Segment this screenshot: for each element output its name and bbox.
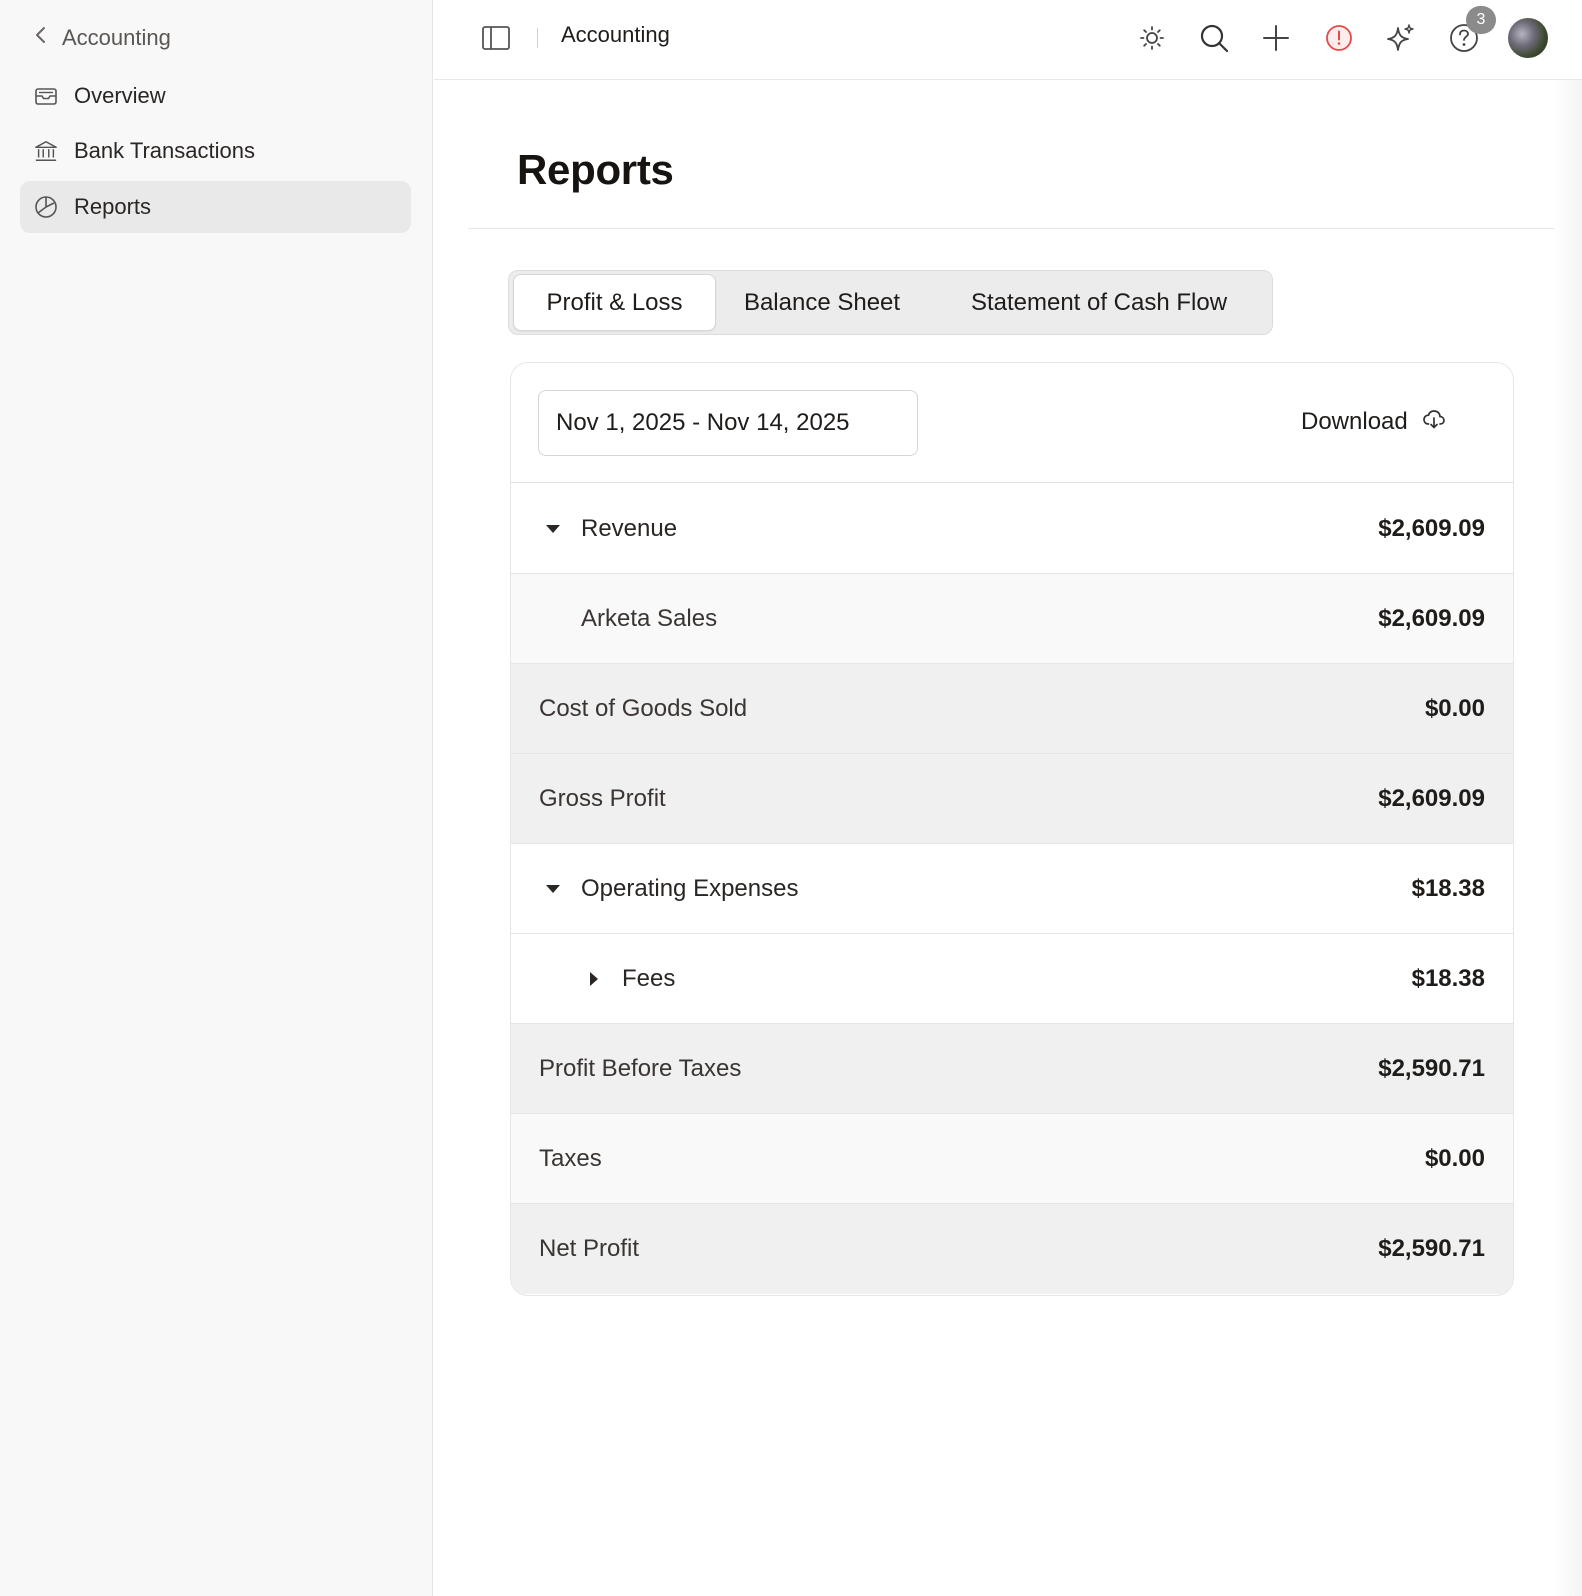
date-range-picker[interactable]: Nov 1, 2025 - Nov 14, 2025	[538, 390, 918, 456]
tab-profit-loss[interactable]: Profit & Loss	[513, 274, 716, 331]
cloud-download-icon	[1422, 408, 1446, 437]
row-amount: $18.38	[1411, 874, 1485, 902]
row-amount: $2,590.71	[1378, 1054, 1485, 1082]
caret-right-icon[interactable]	[584, 969, 604, 989]
row-amount: $2,609.09	[1378, 604, 1485, 632]
row-label: Revenue	[581, 514, 678, 542]
sidebar-item-label: Reports	[74, 194, 152, 219]
sun-icon[interactable]	[1132, 18, 1172, 58]
row-amount: $0.00	[1424, 1144, 1485, 1172]
row-amount: $2,609.09	[1378, 784, 1485, 812]
pie-chart-icon	[34, 195, 58, 219]
sidebar-item-overview[interactable]: Overview	[20, 70, 411, 122]
sparkle-icon[interactable]	[1381, 18, 1421, 58]
avatar[interactable]	[1508, 18, 1548, 58]
row-amount: $0.00	[1424, 694, 1485, 722]
bank-icon	[34, 139, 58, 163]
report-toolbar: Nov 1, 2025 - Nov 14, 2025 Download	[511, 363, 1513, 483]
row-label: Operating Expenses	[581, 874, 799, 902]
row-label: Cost of Goods Sold	[539, 694, 748, 722]
row-amount: $18.38	[1411, 964, 1485, 992]
report-tabs: Profit & Loss Balance Sheet Statement of…	[508, 270, 1273, 335]
caret-down-icon[interactable]	[543, 519, 563, 539]
report-row-taxes: Taxes $0.00	[511, 1114, 1513, 1204]
report-row-arketa-sales: Arketa Sales $2,609.09	[511, 574, 1513, 664]
app-window: Accounting Overview Bank Transactions Re…	[0, 0, 1582, 1596]
sidebar-item-label: Bank Transactions	[74, 138, 255, 163]
report-row-cogs: Cost of Goods Sold $0.00	[511, 664, 1513, 754]
tab-cash-flow[interactable]: Statement of Cash Flow	[929, 274, 1269, 331]
search-icon[interactable]	[1194, 18, 1234, 58]
row-label: Taxes	[539, 1144, 602, 1172]
sidebar-item-reports[interactable]: Reports	[20, 181, 411, 233]
row-amount: $2,609.09	[1378, 514, 1485, 542]
row-label: Arketa Sales	[581, 604, 718, 632]
report-row-revenue: Revenue $2,609.09	[511, 484, 1513, 574]
page-title: Reports	[517, 146, 674, 193]
report-row-operating-expenses: Operating Expenses $18.38	[511, 844, 1513, 934]
row-amount: $2,590.71	[1378, 1235, 1485, 1262]
download-label: Download	[1301, 408, 1408, 435]
breadcrumb: Accounting	[561, 22, 670, 47]
alert-icon[interactable]	[1319, 18, 1359, 58]
title-divider	[468, 228, 1554, 229]
tab-balance-sheet[interactable]: Balance Sheet	[721, 274, 923, 331]
sidebar: Accounting Overview Bank Transactions Re…	[0, 0, 433, 1596]
sidebar-item-bank-transactions[interactable]: Bank Transactions	[20, 125, 411, 177]
back-link-label: Accounting	[62, 25, 171, 50]
plus-icon[interactable]	[1256, 18, 1296, 58]
back-link[interactable]: Accounting	[34, 20, 171, 56]
download-button[interactable]: Download	[1301, 401, 1446, 443]
row-label: Profit Before Taxes	[539, 1054, 742, 1082]
report-row-net-profit: Net Profit $2,590.71	[511, 1204, 1513, 1294]
notification-badge: 3	[1466, 6, 1496, 34]
report-row-profit-before-taxes: Profit Before Taxes $2,590.71	[511, 1024, 1513, 1114]
caret-down-icon[interactable]	[543, 879, 563, 899]
scroll-shadow	[1554, 80, 1582, 1596]
sidebar-item-label: Overview	[74, 83, 166, 108]
row-label: Fees	[622, 964, 676, 992]
report-card: Nov 1, 2025 - Nov 14, 2025 Download Reve…	[510, 362, 1514, 1296]
row-label: Net Profit	[539, 1235, 640, 1262]
chevron-left-icon	[34, 25, 48, 51]
breadcrumb-divider	[537, 28, 538, 48]
report-row-fees: Fees $18.38	[511, 934, 1513, 1024]
sidebar-toggle-icon[interactable]	[480, 22, 512, 54]
inbox-icon	[34, 84, 58, 108]
report-row-gross-profit: Gross Profit $2,609.09	[511, 754, 1513, 844]
row-label: Gross Profit	[539, 784, 666, 812]
